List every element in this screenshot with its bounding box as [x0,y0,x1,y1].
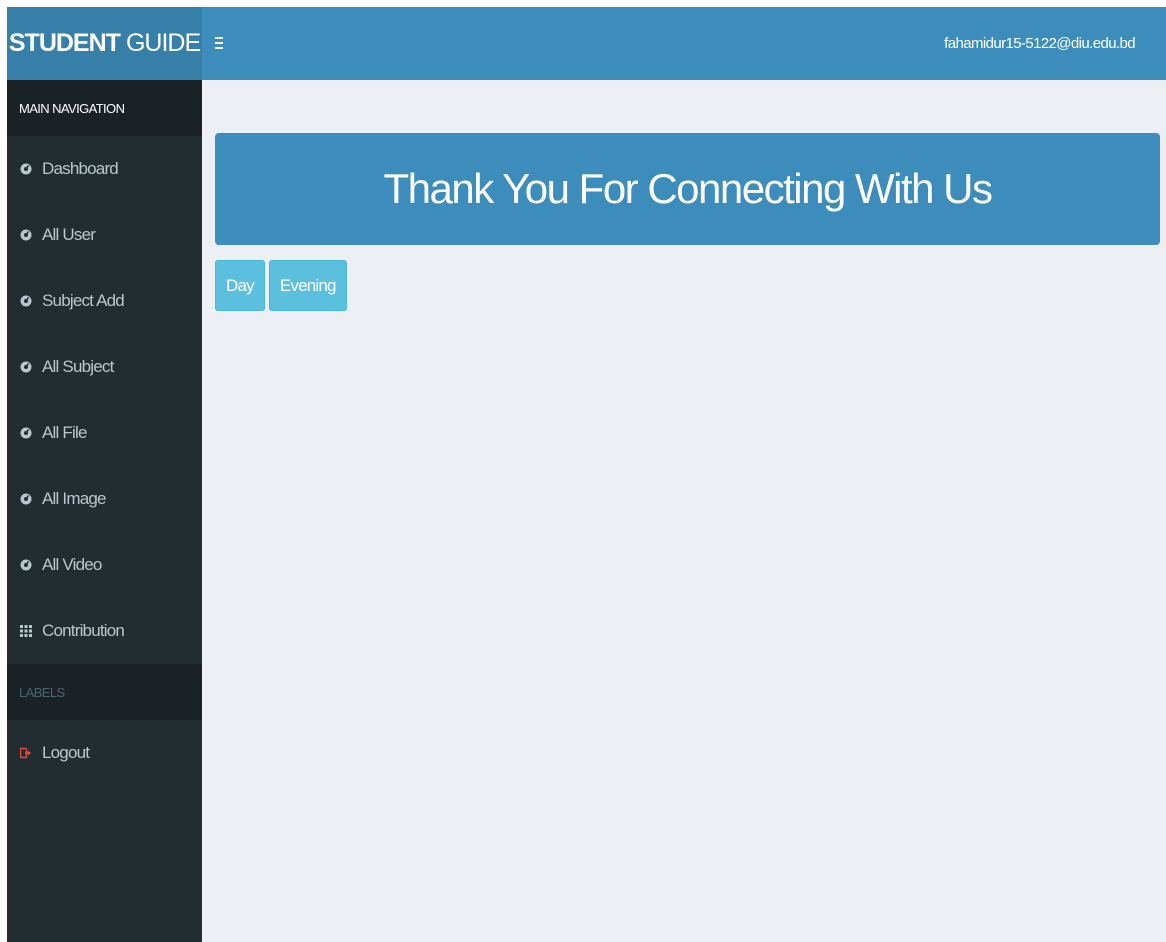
sidebar-item-label: Subject Add [42,291,125,310]
sidebar-item-label: All User [42,225,96,244]
sidebar-item-all-user[interactable]: All User [7,202,202,268]
brand-logo[interactable]: STUDENT GUIDE [7,7,202,80]
brand-light-text: GUIDE [125,29,201,57]
day-button[interactable]: Day [215,260,265,311]
sign-out-icon [20,747,32,759]
sidebar-item-all-subject[interactable]: All Subject [7,334,202,400]
dashboard-icon [20,295,32,307]
dashboard-icon [20,559,32,571]
dashboard-icon [20,361,32,373]
brand-bold-text: STUDENT [8,29,121,57]
hamburger-icon-line [215,47,223,49]
labels-header: LABELS [7,664,202,720]
sidebar-item-dashboard[interactable]: Dashboard [7,136,202,202]
sidebar-item-label: All Image [42,489,106,508]
sidebar-item-label: Contribution [42,621,125,640]
app-window: STUDENT GUIDE fahamidur15-5122@diu.edu.b… [7,7,1166,942]
sidebar-item-label: All File [42,423,87,442]
sidebar-item-contribution[interactable]: Contribution [7,598,202,664]
sidebar-item-all-image[interactable]: All Image [7,466,202,532]
dashboard-icon [20,163,32,175]
sidebar-item-all-file[interactable]: All File [7,400,202,466]
sidebar-item-subject-add[interactable]: Subject Add [7,268,202,334]
top-header: STUDENT GUIDE fahamidur15-5122@diu.edu.b… [7,7,1166,80]
evening-button[interactable]: Evening [268,260,347,311]
user-account-menu[interactable]: fahamidur15-5122@diu.edu.bd [944,7,1135,80]
sidebar-item-all-video[interactable]: All Video [7,532,202,598]
sidebar-item-label: All Video [42,555,102,574]
hamburger-icon-line [215,37,223,39]
welcome-banner: Thank You For Connecting With Us [215,133,1160,245]
dashboard-icon [20,493,32,505]
shift-button-group: Day Evening [215,260,1160,311]
main-navigation-header: MAIN NAVIGATION [7,80,202,136]
main-content: Thank You For Connecting With Us Day Eve… [215,133,1160,311]
sidebar-nav-list: Dashboard All User Subject Add All Subje… [7,136,202,664]
sidebar-item-label: Logout [42,743,90,762]
grid-icon [20,625,32,637]
sidebar-toggle-button[interactable] [215,32,229,54]
sidebar: MAIN NAVIGATION Dashboard All User Subje… [7,80,202,942]
hamburger-icon-line [215,42,223,44]
sidebar-item-label: Dashboard [42,159,119,178]
sidebar-item-label: All Subject [42,357,114,376]
dashboard-icon [20,427,32,439]
sidebar-item-logout[interactable]: Logout [7,720,202,786]
dashboard-icon [20,229,32,241]
